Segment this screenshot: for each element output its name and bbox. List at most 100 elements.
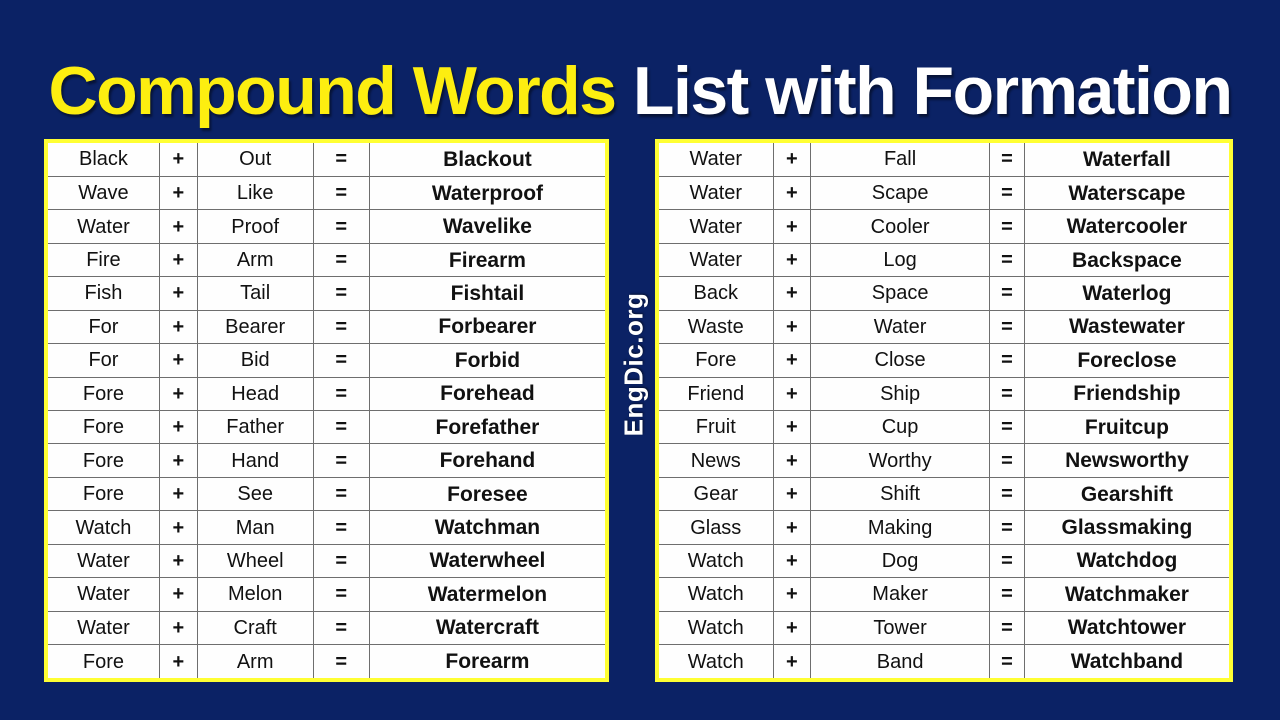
cell-result: Foreclose — [1024, 343, 1229, 378]
cell-word2: Tail — [197, 276, 314, 311]
cell-equals: = — [313, 644, 370, 678]
cell-word2: Head — [197, 376, 314, 411]
table-row: News + Worthy = Newsworthy — [659, 443, 1229, 478]
cell-word1: Wave — [48, 175, 160, 210]
cell-equals: = — [989, 242, 1025, 277]
cell-plus: + — [159, 577, 198, 612]
cell-equals: = — [989, 276, 1025, 311]
table-row: Water + Cooler = Watercooler — [659, 209, 1229, 244]
cell-word2: Arm — [197, 644, 314, 678]
cell-word1: Friend — [659, 376, 774, 411]
cell-equals: = — [313, 309, 370, 344]
cell-word2: Shift — [810, 476, 991, 511]
cell-word1: News — [659, 443, 774, 478]
cell-equals: = — [313, 443, 370, 478]
cell-plus: + — [773, 175, 812, 210]
cell-equals: = — [313, 209, 370, 244]
cell-word2: Worthy — [810, 443, 991, 478]
cell-equals: = — [313, 409, 370, 444]
cell-result: Backspace — [1024, 242, 1229, 277]
cell-word1: Fruit — [659, 409, 774, 444]
cell-plus: + — [159, 443, 198, 478]
cell-equals: = — [989, 409, 1025, 444]
cell-plus: + — [159, 610, 198, 645]
cell-plus: + — [159, 309, 198, 344]
cell-word1: Water — [659, 209, 774, 244]
cell-result: Gearshift — [1024, 476, 1229, 511]
cell-word1: Fore — [48, 476, 160, 511]
cell-equals: = — [989, 644, 1025, 678]
cell-word2: Bid — [197, 343, 314, 378]
cell-plus: + — [773, 376, 812, 411]
cell-word2: Man — [197, 510, 314, 545]
cell-word2: Space — [810, 276, 991, 311]
cell-word2: Making — [810, 510, 991, 545]
cell-plus: + — [773, 543, 812, 578]
cell-equals: = — [313, 510, 370, 545]
cell-plus: + — [773, 577, 812, 612]
cell-word1: Watch — [659, 644, 774, 678]
cell-result: Watchman — [369, 510, 605, 545]
cell-result: Newsworthy — [1024, 443, 1229, 478]
table-row: Watch + Band = Watchband — [659, 644, 1229, 678]
cell-plus: + — [159, 175, 198, 210]
cell-equals: = — [313, 577, 370, 612]
cell-word2: Bearer — [197, 309, 314, 344]
table-row: Glass + Making = Glassmaking — [659, 510, 1229, 545]
table-row: Fire + Arm = Firearm — [48, 242, 605, 277]
watermark: EngDic.org — [612, 264, 656, 464]
cell-plus: + — [159, 343, 198, 378]
cell-equals: = — [313, 476, 370, 511]
cell-word1: Fire — [48, 242, 160, 277]
cell-word1: Fore — [659, 343, 774, 378]
cell-equals: = — [989, 610, 1025, 645]
cell-plus: + — [159, 409, 198, 444]
cell-equals: = — [989, 309, 1025, 344]
cell-result: Forbid — [369, 343, 605, 378]
cell-result: Wavelike — [369, 209, 605, 244]
cell-result: Watchmaker — [1024, 577, 1229, 612]
table-row: For + Bid = Forbid — [48, 343, 605, 378]
table-row: Water + Log = Backspace — [659, 242, 1229, 277]
cell-word1: Black — [48, 143, 160, 177]
cell-word2: Craft — [197, 610, 314, 645]
cell-word1: For — [48, 343, 160, 378]
table-row: Black + Out = Blackout — [48, 143, 605, 177]
cell-word2: Fall — [810, 143, 991, 177]
cell-word1: Back — [659, 276, 774, 311]
cell-result: Firearm — [369, 242, 605, 277]
cell-result: Watchtower — [1024, 610, 1229, 645]
table-row: Water + Craft = Watercraft — [48, 610, 605, 645]
cell-word2: Dog — [810, 543, 991, 578]
table-row: Wave + Like = Waterproof — [48, 175, 605, 210]
table-row: Friend + Ship = Friendship — [659, 376, 1229, 411]
cell-word2: Melon — [197, 577, 314, 612]
cell-equals: = — [313, 175, 370, 210]
table-row: Watch + Tower = Watchtower — [659, 610, 1229, 645]
cell-plus: + — [773, 510, 812, 545]
cell-word1: Fore — [48, 376, 160, 411]
cell-result: Watercooler — [1024, 209, 1229, 244]
cell-result: Watercraft — [369, 610, 605, 645]
cell-plus: + — [773, 309, 812, 344]
cell-word2: Arm — [197, 242, 314, 277]
cell-plus: + — [773, 242, 812, 277]
cell-plus: + — [159, 143, 198, 177]
cell-plus: + — [159, 510, 198, 545]
cell-equals: = — [989, 543, 1025, 578]
title-highlight: Compound Words — [48, 53, 618, 129]
cell-equals: = — [989, 476, 1025, 511]
table-left: Black + Out = Blackout Wave + Like = Waterproof Wa… — [48, 143, 605, 678]
table-row: Gear + Shift = Gearshift — [659, 476, 1229, 511]
cell-result: Fruitcup — [1024, 409, 1229, 444]
cell-word1: Water — [48, 209, 160, 244]
cell-plus: + — [159, 476, 198, 511]
cell-equals: = — [989, 577, 1025, 612]
cell-equals: = — [989, 175, 1025, 210]
cell-word1: Watch — [48, 510, 160, 545]
cell-result: Forearm — [369, 644, 605, 678]
table-row: Fore + Father = Forefather — [48, 409, 605, 444]
cell-word1: Water — [659, 143, 774, 177]
cell-result: Waterlog — [1024, 276, 1229, 311]
cell-plus: + — [159, 276, 198, 311]
